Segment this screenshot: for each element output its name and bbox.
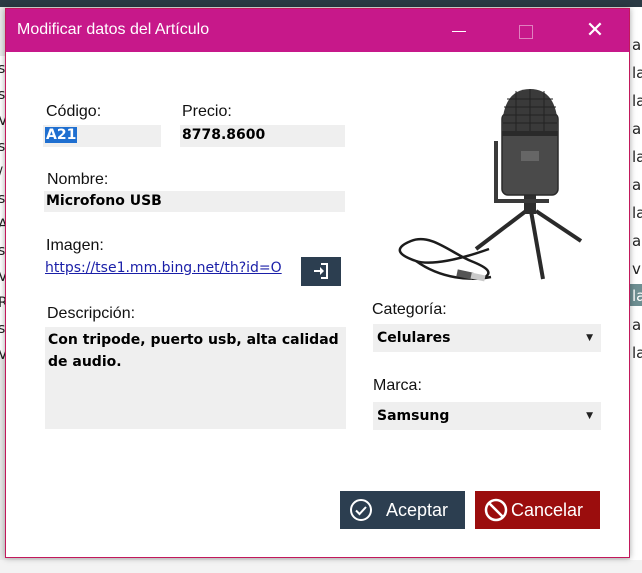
descripcion-field[interactable]: Con tripode, puerto usb, alta calidad de… — [45, 327, 346, 429]
categoria-select[interactable]: Celulares ▼ — [373, 324, 601, 352]
aceptar-label: Aceptar — [386, 500, 449, 520]
maximize-button — [503, 9, 549, 52]
close-icon: ✕ — [585, 18, 605, 43]
sign-in-icon — [314, 263, 328, 279]
marca-select[interactable]: Samsung ▼ — [373, 402, 601, 430]
minimize-icon — [452, 31, 466, 32]
chevron-down-icon: ▼ — [586, 333, 593, 343]
product-image — [398, 89, 583, 282]
modify-article-dialog: Modificar datos del Artículo ✕ Código: A… — [5, 8, 630, 558]
background-right-letter: la — [632, 64, 642, 82]
descripcion-label: Descripción: — [47, 305, 136, 322]
background-app-bar — [0, 0, 642, 7]
codigo-label: Código: — [46, 103, 102, 120]
precio-field[interactable]: 8778.8600 — [180, 125, 345, 147]
check-circle-icon — [350, 499, 372, 521]
background-bottom-strip — [0, 560, 642, 573]
background-right-letter: la — [632, 148, 642, 166]
nombre-field[interactable]: Microfono USB — [44, 191, 345, 212]
background-right-letter: a — [632, 232, 642, 250]
background-right-letter: vi — [632, 260, 642, 278]
marca-value: Samsung — [377, 408, 450, 424]
imagen-url-field[interactable]: https://tse1.mm.bing.net/th?id=O — [45, 260, 286, 280]
cancelar-label: Cancelar — [511, 500, 584, 520]
minimize-button[interactable] — [436, 9, 482, 52]
codigo-field[interactable]: A21 — [43, 125, 161, 147]
background-right-letter: la — [632, 204, 642, 222]
maximize-icon — [519, 24, 533, 39]
categoria-label: Categoría: — [372, 301, 447, 318]
categoria-value: Celulares — [377, 330, 451, 346]
ban-icon — [484, 498, 508, 522]
cancelar-button[interactable]: Cancelar — [475, 491, 600, 529]
imagen-label: Imagen: — [46, 237, 104, 254]
background-right-letter: a — [632, 176, 642, 194]
background-right-letter: a — [632, 36, 642, 54]
chevron-down-icon: ▼ — [586, 411, 593, 421]
title-bar[interactable]: Modificar datos del Artículo ✕ — [6, 9, 629, 52]
load-image-button[interactable] — [301, 257, 341, 286]
marca-label: Marca: — [373, 377, 422, 394]
background-right-letter: la — [632, 344, 642, 362]
background-right-letter: a — [632, 120, 642, 138]
nombre-label: Nombre: — [47, 171, 109, 188]
precio-label: Precio: — [182, 103, 232, 120]
aceptar-button[interactable]: Aceptar — [340, 491, 465, 529]
codigo-value: A21 — [45, 127, 78, 143]
background-right-letter: la — [632, 287, 642, 305]
dialog-title: Modificar datos del Artículo — [17, 21, 210, 38]
background-right-letter: la — [632, 92, 642, 110]
background-right-letter: a — [632, 316, 642, 334]
close-button[interactable]: ✕ — [572, 9, 618, 52]
